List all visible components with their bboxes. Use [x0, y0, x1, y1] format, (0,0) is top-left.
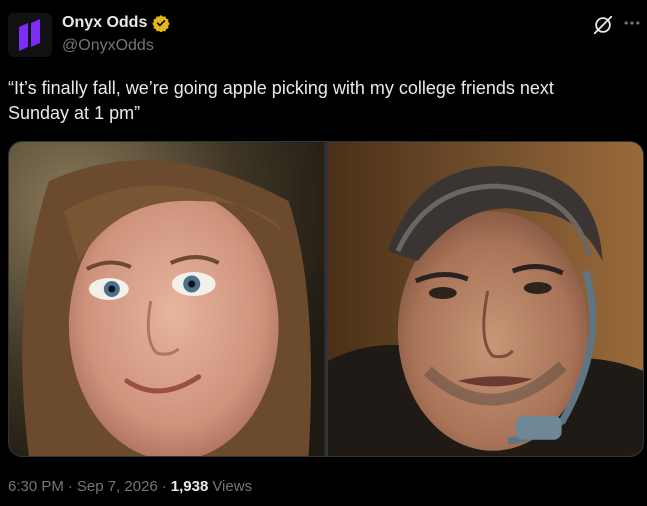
verified-badge-icon[interactable] — [152, 14, 171, 32]
meta-separator: · — [67, 478, 73, 495]
tweet-text: “It’s finally fall, we’re going apple pi… — [8, 78, 554, 123]
media-grid — [8, 141, 644, 457]
tweet-date[interactable]: Sep 7, 2026 — [77, 478, 158, 495]
man-with-headset-photo[interactable] — [327, 142, 644, 456]
avatar[interactable] — [8, 13, 52, 57]
more-options-icon[interactable] — [622, 13, 642, 33]
display-name[interactable]: Onyx Odds — [62, 14, 147, 32]
woman-smiling-photo[interactable] — [9, 142, 325, 456]
tweet-time[interactable]: 6:30 PM — [8, 478, 64, 495]
views-label: Views — [212, 478, 253, 495]
meta-separator: · — [161, 478, 167, 495]
tweet-meta: 6:30 PM · Sep 7, 2026 · 1,938 Views — [8, 478, 252, 495]
views-count: 1,938 — [170, 478, 209, 495]
author-name-row: Onyx Odds — [62, 14, 171, 32]
author-handle[interactable]: @OnyxOdds — [62, 37, 154, 55]
onyx-odds-logo — [8, 13, 52, 57]
grok-icon[interactable] — [592, 14, 614, 36]
